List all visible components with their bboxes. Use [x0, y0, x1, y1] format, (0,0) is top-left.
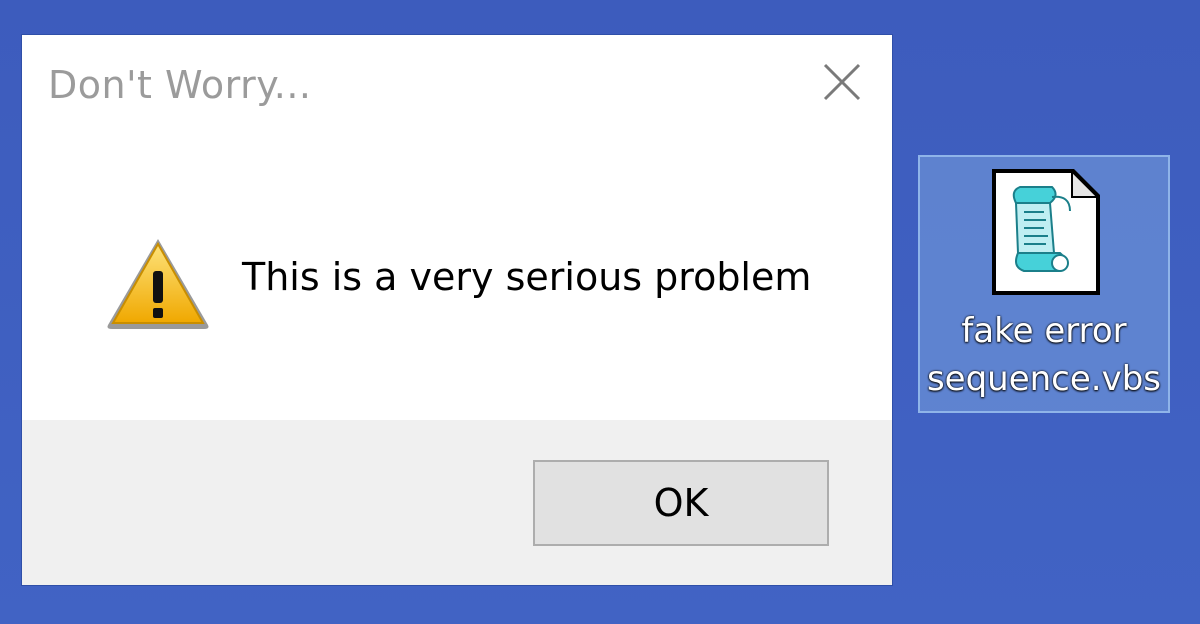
dialog-title: Don't Worry... [48, 63, 312, 107]
file-name-line-2: sequence.vbs [926, 359, 1162, 399]
desktop-file-icon-item[interactable]: fake error sequence.vbs [918, 155, 1170, 413]
close-button[interactable] [817, 57, 867, 107]
warning-icon [104, 235, 212, 331]
file-icon-label: fake error sequence.vbs [920, 307, 1168, 403]
dialog-message: This is a very serious problem [242, 255, 812, 299]
ok-button[interactable]: OK [533, 460, 829, 546]
message-box-dialog: Don't Worry... This is a very serious pr… [22, 35, 892, 585]
desktop: Don't Worry... This is a very serious pr… [0, 0, 1200, 624]
file-name-line-1: fake error [961, 311, 1127, 351]
vbs-script-file-icon [990, 167, 1102, 297]
close-icon [823, 63, 861, 101]
